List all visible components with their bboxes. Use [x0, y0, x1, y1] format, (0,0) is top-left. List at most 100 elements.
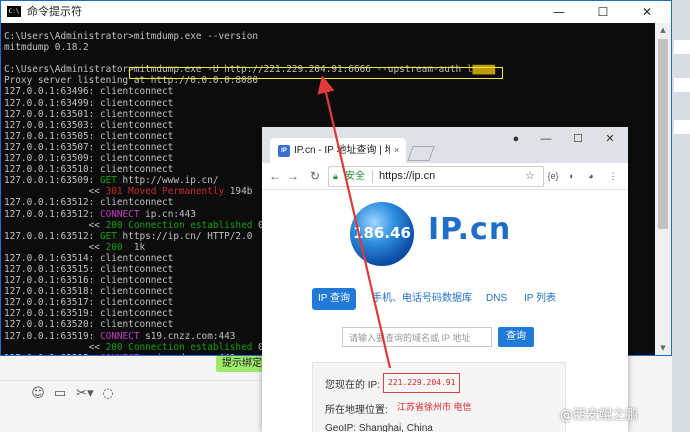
console-text: 127.0.0.1:63519: clientconnect — [4, 308, 174, 320]
console-text: 127.0.0.1:63519: — [4, 330, 100, 342]
console-text: 127.0.0.1:63515: clientconnect — [4, 263, 174, 275]
console-text: 194b — [224, 186, 253, 198]
site-logo-text[interactable]: IP.cn — [428, 212, 511, 247]
extension-icon[interactable]: {e} — [546, 169, 560, 183]
ip-result-panel: 您现在的 IP: 221.229.204.91 所在地理位置: 江苏省徐州市 电… — [312, 362, 566, 432]
lock-icon: 🔒︎ — [333, 171, 338, 181]
folder-icon[interactable]: ▭ — [52, 386, 68, 402]
browser-tabstrip: IP IP.cn - IP 地址查询 | 地理 × ● — ☐ ✕ — [262, 127, 628, 163]
menu-icon[interactable]: ⋮ — [606, 169, 620, 183]
console-text: 127.0.0.1:63512: — [4, 230, 100, 242]
tab-title: IP.cn - IP 地址查询 | 地理 — [294, 145, 390, 156]
favicon-icon: IP — [278, 145, 290, 157]
tab-dns[interactable]: DNS — [486, 288, 507, 310]
console-text: 127.0.0.1:63503: clientconnect — [4, 119, 174, 131]
location-label: 所在地理位置: — [325, 405, 388, 416]
console-text: 127.0.0.1:63515: — [4, 353, 100, 355]
console-text: 127.0.0.1:63512: clientconnect — [4, 197, 174, 209]
search-input[interactable]: 请输入要查询的域名或 IP 地址 — [342, 327, 492, 347]
console-text: << — [4, 219, 106, 231]
console-text: 200 Connection established — [105, 341, 253, 353]
ip-label: 您现在的 IP: — [325, 380, 381, 391]
page-content: 186.46 IP.cn IP 查询 手机、电话号码数据库 DNS IP 列表 … — [262, 190, 628, 432]
tab-ip-list[interactable]: IP 列表 — [524, 288, 556, 310]
console-text: GET — [99, 230, 117, 242]
screenshot-icon[interactable]: ✂▾ — [74, 386, 96, 402]
cmd-scrollbar[interactable]: ▲ ▼ — [655, 23, 671, 355]
search-button[interactable]: 查询 — [498, 327, 534, 347]
chat-divider — [0, 380, 262, 381]
emoji-icon[interactable]: ☺ — [30, 386, 46, 402]
console-text: CONNECT — [100, 353, 140, 355]
back-icon[interactable]: ← — [266, 167, 284, 185]
chat-history-icon[interactable]: ◌ — [100, 386, 116, 402]
console-text: 127.0.0.1:63518: clientconnect — [4, 286, 174, 298]
console-text: 1k — [122, 241, 146, 253]
address-bar[interactable]: 🔒︎ 安全 https://ip.cn ☆ — [328, 166, 544, 187]
background-block — [674, 78, 690, 92]
console-text: 127.0.0.1:63496: clientconnect — [4, 86, 174, 98]
console-text: 127.0.0.1:63520: clientconnect — [4, 319, 174, 331]
forward-icon[interactable]: → — [284, 167, 302, 185]
console-line: 127.0.0.1:63496: clientconnect — [4, 86, 652, 97]
background-block — [674, 120, 690, 134]
new-tab-button[interactable] — [407, 146, 435, 161]
extension-icon[interactable]: ◕ — [584, 169, 598, 183]
url-text[interactable]: https://ip.cn — [379, 167, 435, 186]
secure-label: 安全 — [345, 171, 365, 182]
console-text: CONNECT — [99, 330, 140, 342]
scrollbar-thumb[interactable] — [658, 39, 668, 229]
console-text: << — [4, 241, 106, 253]
tab-close-icon[interactable]: × — [394, 138, 399, 163]
console-text: 127.0.0.1:63505: clientconnect — [4, 130, 174, 142]
console-text: C:\Users\Administrator>mitmdump.exe --ve… — [4, 31, 258, 42]
browser-toolbar: ← → ↻ 🔒︎ 安全 https://ip.cn ☆ {e} ◖ ◕ ⋮ — [262, 163, 628, 190]
console-text: 127.0.0.1:63514: clientconnect — [4, 252, 174, 264]
profile-icon[interactable]: ● — [502, 127, 530, 151]
background-block — [674, 40, 690, 54]
console-text: << — [4, 186, 106, 198]
scroll-up-icon[interactable]: ▲ — [655, 23, 671, 37]
console-text: 127.0.0.1:63509: clientconnect — [4, 153, 174, 165]
location-value: 江苏省徐州市 电信 — [397, 402, 472, 412]
scroll-down-icon[interactable]: ▼ — [655, 341, 671, 355]
chat-toolbar: ☺ ▭ ✂▾ ◌ — [0, 386, 260, 412]
cmd-titlebar[interactable]: C:\ 命令提示符 — ☐ ✕ — [1, 1, 671, 23]
tab-ip-query[interactable]: IP 查询 — [312, 288, 357, 310]
console-text: mitmdump 0.18.2 — [4, 42, 89, 54]
console-text: CONNECT — [99, 208, 140, 220]
ip-value: 221.229.204.91 — [383, 373, 461, 393]
chat-message-bubble[interactable]: 提示绑定 — [216, 356, 268, 372]
logo-globe-text: 186.46 — [353, 224, 411, 242]
cmd-close-button[interactable]: ✕ — [625, 1, 669, 23]
browser-maximize-button[interactable]: ☐ — [564, 127, 592, 151]
console-text: 127.0.0.1:63501: clientconnect — [4, 108, 174, 120]
extension-icon[interactable]: ◖ — [564, 169, 578, 183]
command-highlight-box — [129, 67, 503, 79]
console-text: 200 Connection established — [105, 219, 253, 231]
console-text: 127.0.0.1:63512: — [4, 208, 100, 220]
bookmark-star-icon[interactable]: ☆ — [525, 167, 535, 186]
globe-logo-icon[interactable]: 186.46 — [350, 202, 414, 266]
console-text: s19.cnzz.com:443 — [139, 330, 236, 342]
browser-minimize-button[interactable]: — — [532, 127, 560, 151]
background-window-edge — [672, 0, 690, 432]
browser-tab[interactable]: IP IP.cn - IP 地址查询 | 地理 × — [270, 138, 406, 163]
console-text: GET — [99, 175, 117, 187]
cmd-app-icon: C:\ — [7, 6, 21, 17]
console-text: 301 Moved Permanently — [105, 186, 225, 198]
cmd-maximize-button[interactable]: ☐ — [581, 1, 625, 23]
console-text: 127.0.0.1:63507: clientconnect — [4, 141, 174, 153]
browser-close-button[interactable]: ✕ — [596, 127, 624, 151]
console-text: s.ip-cdn.com:443 — [139, 353, 235, 355]
browser-window: IP IP.cn - IP 地址查询 | 地理 × ● — ☐ ✕ ← → ↻ … — [262, 127, 628, 432]
cmd-minimize-button[interactable]: — — [537, 1, 581, 23]
console-text: 127.0.0.1:63510: clientconnect — [4, 164, 174, 176]
console-line: C:\Users\Administrator>mitmdump.exe --ve… — [4, 31, 652, 42]
console-line: 127.0.0.1:63501: clientconnect — [4, 109, 652, 120]
console-text: 127.0.0.1:63516: clientconnect — [4, 275, 174, 287]
tab-phone-database[interactable]: 手机、电话号码数据库 — [372, 288, 472, 310]
cmd-title: 命令提示符 — [27, 6, 82, 18]
reload-icon[interactable]: ↻ — [306, 167, 324, 185]
